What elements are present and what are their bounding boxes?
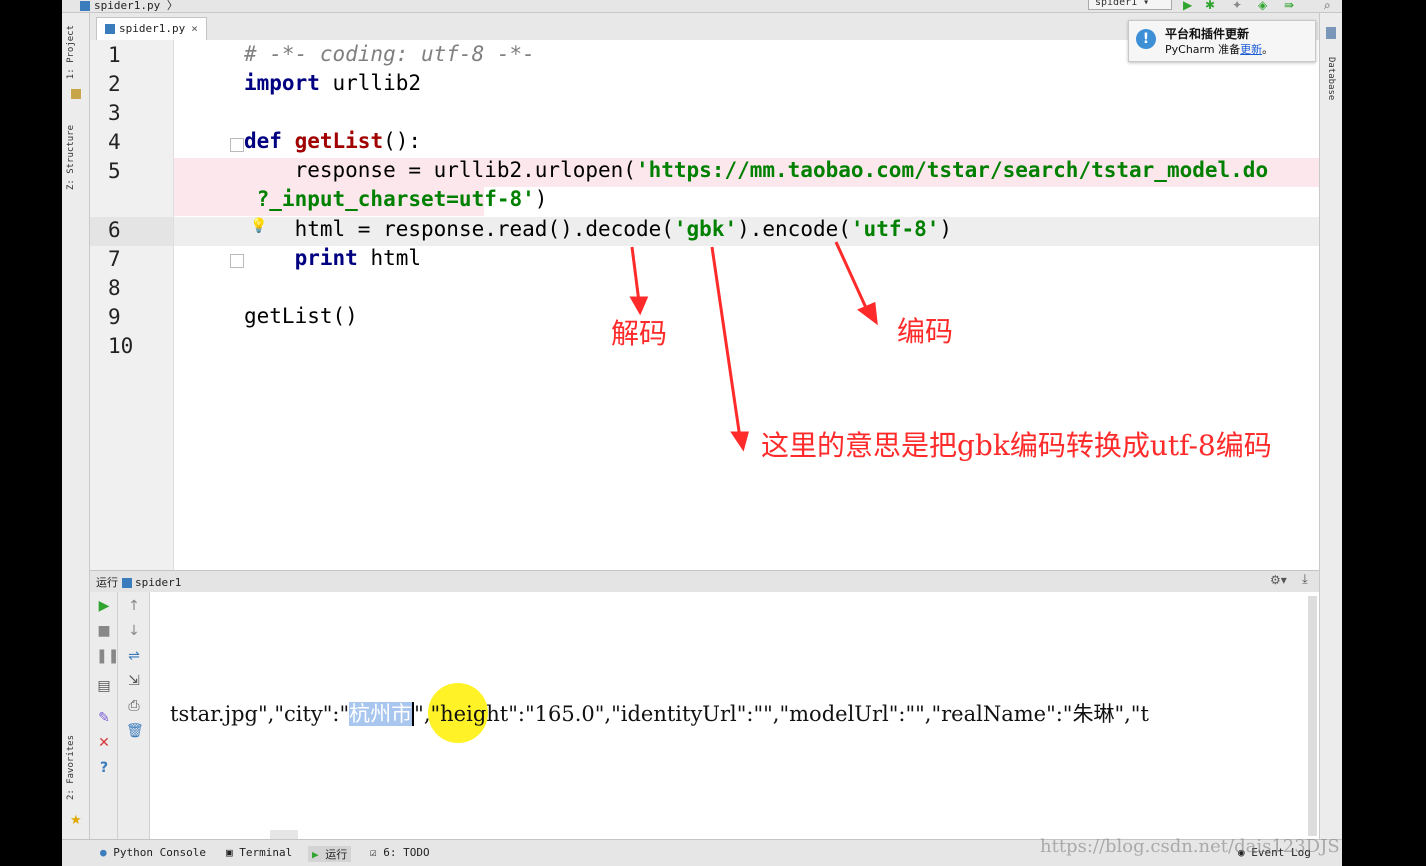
python-run-icon — [122, 578, 132, 588]
soft-wrap-icon[interactable]: ⇌ — [126, 648, 142, 664]
line-number: 6 — [108, 218, 121, 242]
gear-icon[interactable]: ⚙▾ — [1270, 573, 1287, 587]
close-icon[interactable]: × — [191, 22, 198, 35]
left-tool-strip: 1: Project Z: Structure 2: Favorites ★ — [62, 13, 90, 839]
rerun-icon[interactable]: ▶ — [96, 598, 112, 614]
line-number: 5 — [108, 159, 121, 183]
line-number: 1 — [108, 43, 121, 67]
selected-text: 杭州市 — [349, 702, 413, 726]
right-tool-strip: Database — [1319, 13, 1342, 839]
stop-debug-icon[interactable]: ⇛ — [1284, 0, 1294, 12]
debug-icon[interactable]: ✱ — [1205, 0, 1215, 12]
decode-annotation: 解码 — [611, 317, 668, 350]
arrow-encode-head — [857, 301, 878, 326]
run-icon[interactable]: ▶ — [1183, 0, 1192, 12]
arrow-explain — [710, 246, 742, 439]
run-icon: ▶ — [312, 848, 319, 861]
update-link[interactable]: 更新 — [1240, 43, 1262, 56]
close-run-icon[interactable]: ✕ — [96, 735, 112, 751]
tab-spider1[interactable]: spider1.py × — [96, 17, 207, 40]
database-tool-button[interactable]: Database — [1326, 57, 1336, 100]
terminal-icon: ▣ — [226, 846, 233, 859]
help-icon[interactable]: ? — [96, 760, 112, 776]
star-icon: ★ — [70, 813, 82, 828]
project-tool-button[interactable]: 1: Project — [66, 25, 76, 79]
notification-title: 平台和插件更新 — [1165, 27, 1250, 41]
update-notification[interactable]: ! 平台和插件更新 PyCharm 准备更新。 — [1128, 20, 1316, 62]
down-arrow-icon[interactable]: ↓ — [126, 623, 142, 639]
line-number: 7 — [108, 247, 121, 271]
pause-icon[interactable]: ❚❚ — [96, 648, 119, 664]
arrow-encode — [834, 241, 869, 311]
line-number: 9 — [108, 305, 121, 329]
run-panel-header: 运行 spider1 ⚙▾ ⤓ — [90, 570, 1319, 593]
stop-icon[interactable]: ■ — [96, 623, 112, 639]
python-icon: ● — [100, 846, 107, 859]
search-icon[interactable]: ⌕ — [1324, 0, 1331, 13]
terminal-tab[interactable]: ▣ Terminal — [226, 846, 292, 859]
run-actions-toolbar: ▶ ■ ❚❚ ▤ ✎ ✕ ? — [90, 592, 119, 839]
trash-icon[interactable]: 🗑 — [126, 723, 144, 739]
annotation-arrows — [629, 241, 878, 452]
watermark: https://blog.csdn.net/dais123DJS — [1040, 836, 1340, 857]
line-number: 2 — [108, 72, 121, 96]
todo-icon: ☑ — [370, 846, 377, 859]
arrow-decode — [630, 246, 641, 303]
run-config-selector[interactable]: spider1 ▾ — [1088, 0, 1172, 10]
console-output-line: tstar.jpg","city":"杭州市","height":"165.0"… — [170, 702, 1149, 726]
python-file-icon — [80, 1, 90, 11]
run-output-toolbar: ↑ ↓ ⇌ ⇲ ⎙ 🗑 — [118, 592, 150, 839]
pin-icon[interactable]: ✎ — [96, 710, 112, 726]
arrow-decode-head — [629, 296, 649, 316]
code-editor[interactable]: 💡 # -*- coding: utf-8 -*- import urllib2… — [174, 40, 1319, 570]
run-tab[interactable]: ▶ 运行 — [308, 846, 352, 862]
coverage-icon[interactable]: ✦ — [1232, 0, 1242, 12]
info-icon: ! — [1136, 29, 1156, 49]
line-number: 4 — [108, 130, 121, 154]
up-arrow-icon[interactable]: ↑ — [126, 598, 142, 614]
pycharm-window: spider1.py 〉 spider1 ▾ ▶ ✱ ✦ ◈ ⇛ ⌕ 1: Pr… — [62, 0, 1342, 866]
line-number: 8 — [108, 276, 121, 300]
layout-icon[interactable]: ▤ — [96, 678, 112, 694]
print-icon[interactable]: ⎙ — [126, 698, 142, 714]
console-fragment — [270, 830, 298, 839]
hide-panel-icon[interactable]: ⤓ — [1302, 572, 1308, 587]
structure-tool-button[interactable]: Z: Structure — [66, 125, 76, 190]
folder-icon — [71, 89, 81, 99]
console-scrollbar[interactable] — [1308, 596, 1317, 836]
editor-gutter: 1 2 3 4 5 6 7 8 9 10 — [90, 40, 174, 570]
python-console-tab[interactable]: ● Python Console — [100, 846, 206, 859]
navigation-bar: spider1.py 〉 spider1 ▾ ▶ ✱ ✦ ◈ ⇛ ⌕ — [62, 0, 1342, 13]
arrow-explain-head — [730, 431, 749, 452]
encode-annotation: 编码 — [897, 315, 954, 348]
run-console[interactable]: tstar.jpg","city":"杭州市","height":"165.0"… — [150, 592, 1319, 839]
python-file-icon — [105, 24, 115, 34]
line-number: 3 — [108, 101, 121, 125]
profile-icon[interactable]: ◈ — [1258, 0, 1267, 12]
breadcrumb[interactable]: spider1.py 〉 — [80, 0, 178, 13]
explain-annotation: 这里的意思是把gbk编码转换成utf-8编码 — [761, 429, 1272, 462]
notification-body: PyCharm 准备更新。 — [1165, 43, 1274, 56]
todo-tab[interactable]: ☑ 6: TODO — [370, 846, 430, 859]
line-number: 10 — [108, 334, 134, 358]
scroll-to-end-icon[interactable]: ⇲ — [126, 673, 142, 689]
database-icon — [1326, 27, 1336, 39]
favorites-tool-button[interactable]: 2: Favorites — [66, 735, 76, 800]
